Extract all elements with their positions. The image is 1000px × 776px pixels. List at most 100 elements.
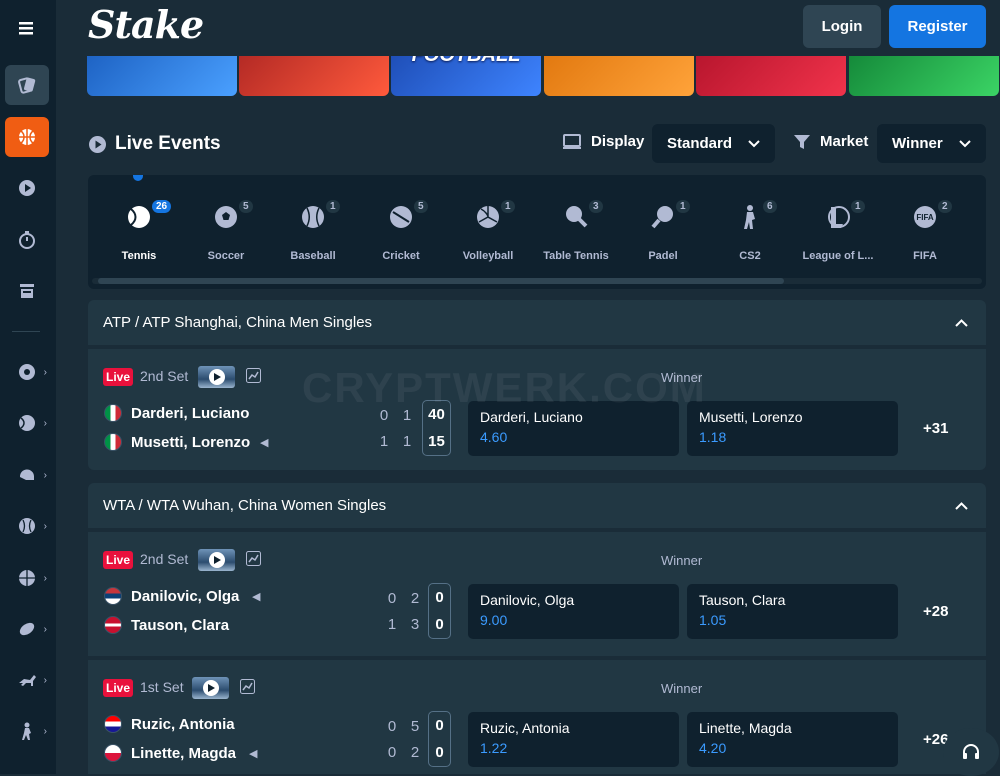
headset-icon <box>963 744 979 759</box>
chevron-up-icon[interactable] <box>955 314 968 330</box>
sport-count: 2 <box>938 200 952 213</box>
live-stream-button[interactable] <box>198 549 235 571</box>
more-markets-button[interactable]: +31 <box>923 420 948 437</box>
outcome-odds: 1.22 <box>480 740 508 756</box>
set-score: 5 <box>410 718 420 735</box>
menu-toggle-button[interactable] <box>5 8 49 48</box>
tournament-header[interactable]: WTA / WTA Wuhan, China Women Singles <box>88 483 986 530</box>
promo-banner-2[interactable] <box>239 56 389 96</box>
tennis-ball-icon <box>19 415 35 431</box>
sidebar-divider <box>12 331 40 332</box>
live-support-button[interactable] <box>943 728 999 776</box>
play-icon <box>208 552 225 568</box>
tournament-header[interactable]: ATP / ATP Shanghai, China Men Singles <box>88 300 986 347</box>
display-dropdown[interactable]: Standard <box>652 124 775 163</box>
sport-tab-fifa[interactable]: FIFA 2 FIFA <box>881 200 969 262</box>
odds-button[interactable]: Danilovic, Olga 9.00 <box>468 584 679 639</box>
odds-button[interactable]: Tauson, Clara 1.05 <box>687 584 898 639</box>
live-events-heading: Live Events <box>88 130 221 158</box>
table-tennis-icon <box>566 206 588 228</box>
stats-button[interactable] <box>246 551 261 569</box>
player-1-name: Danilovic, Olga <box>131 588 240 605</box>
chart-trend-icon <box>240 679 255 694</box>
sport-tab-league-of-legends[interactable]: 1 League of L... <box>794 200 882 262</box>
carousel-scrollbar-thumb[interactable] <box>98 278 784 284</box>
stopwatch-icon <box>19 231 35 249</box>
basketball-icon <box>19 570 35 586</box>
carousel-scrollbar-track <box>92 278 982 284</box>
sidebar-horse-racing[interactable]: › <box>5 660 49 700</box>
cricket-ball-icon <box>390 206 412 228</box>
sidebar-tennis[interactable]: › <box>5 403 49 443</box>
sport-tab-tennis[interactable]: 26 Tennis <box>95 200 183 262</box>
outcome-name: Linette, Magda <box>699 720 792 736</box>
stats-button[interactable] <box>240 679 255 697</box>
market-name: Winner <box>661 553 703 568</box>
odds-button[interactable]: Musetti, Lorenzo 1.18 <box>687 401 898 456</box>
promo-banner-5[interactable] <box>696 56 846 96</box>
live-button[interactable] <box>5 168 49 208</box>
promo-banner-4[interactable] <box>544 56 694 96</box>
set-score: 1 <box>379 433 389 450</box>
promo-banner-1[interactable] <box>87 56 237 96</box>
player-1-name: Darderi, Luciano <box>131 405 250 422</box>
sidebar: › › › › › › › › <box>0 0 56 774</box>
tennis-ball-icon <box>128 206 150 228</box>
player-1-name: Ruzic, Antonia <box>131 716 235 733</box>
sport-tab-padel[interactable]: 1 Padel <box>619 200 707 262</box>
game-score-p1: 0 <box>435 717 444 734</box>
sport-label: Padel <box>648 250 678 262</box>
sidebar-american-football[interactable]: › <box>5 455 49 495</box>
sports-button[interactable] <box>5 117 49 157</box>
sidebar-rugby[interactable]: › <box>5 609 49 649</box>
sport-tab-table-tennis[interactable]: 3 Table Tennis <box>532 200 620 262</box>
sport-tab-soccer[interactable]: 5 Soccer <box>182 200 270 262</box>
play-circle-icon <box>89 135 106 153</box>
denmark-flag-icon <box>104 616 122 634</box>
play-icon <box>202 680 219 696</box>
play-icon <box>208 369 225 385</box>
chevron-up-icon[interactable] <box>955 497 968 513</box>
sidebar-baseball[interactable]: › <box>5 506 49 546</box>
svg-text:FIFA: FIFA <box>916 213 934 222</box>
chevron-down-icon <box>959 139 971 147</box>
live-badge: Live <box>103 368 134 386</box>
stats-button[interactable] <box>246 368 261 386</box>
live-stream-button[interactable] <box>198 366 235 388</box>
sport-tab-cs2[interactable]: 6 CS2 <box>706 200 794 262</box>
register-button[interactable]: Register <box>889 5 986 48</box>
player-2-name: Tauson, Clara <box>131 617 230 634</box>
baseball-icon <box>302 206 324 228</box>
player-2-name: Musetti, Lorenzo <box>131 434 251 451</box>
promo-banner-6[interactable] <box>849 56 999 96</box>
set-score: 0 <box>387 744 397 761</box>
sidebar-soccer[interactable]: › <box>5 352 49 392</box>
live-events-title: Live Events <box>115 133 221 154</box>
sport-tab-volleyball[interactable]: 1 Volleyball <box>444 200 532 262</box>
promo-banner-3[interactable]: FOOTBALL <box>391 56 541 96</box>
play-circle-icon <box>19 180 35 196</box>
login-button[interactable]: Login <box>803 5 881 48</box>
sport-count: 5 <box>414 200 428 213</box>
odds-button[interactable]: Linette, Magda 4.20 <box>687 712 898 767</box>
starting-soon-button[interactable] <box>5 220 49 260</box>
sport-tab-baseball[interactable]: 1 Baseball <box>269 200 357 262</box>
game-score-p2: 0 <box>435 744 444 761</box>
sport-label: Volleyball <box>462 250 514 262</box>
casino-button[interactable] <box>5 65 49 105</box>
padel-icon <box>651 206 673 229</box>
set-score: 1 <box>402 433 412 450</box>
market-dropdown[interactable]: Winner <box>877 124 986 163</box>
sport-label: CS2 <box>739 250 761 262</box>
match-row: Live 2nd Set Winner Danilovic, Olga ◀ Ta… <box>88 532 986 658</box>
league-of-legends-icon <box>828 206 850 228</box>
sidebar-basketball[interactable]: › <box>5 558 49 598</box>
serbia-flag-icon <box>104 587 122 605</box>
sport-tab-cricket[interactable]: 5 Cricket <box>357 200 445 262</box>
stake-logo[interactable]: Stake <box>88 2 204 47</box>
live-stream-button[interactable] <box>192 677 229 699</box>
odds-button[interactable]: Ruzic, Antonia 1.22 <box>468 712 679 767</box>
more-markets-button[interactable]: +28 <box>923 603 948 620</box>
sidebar-esports[interactable]: › <box>5 711 49 751</box>
my-bets-button[interactable] <box>5 271 49 311</box>
